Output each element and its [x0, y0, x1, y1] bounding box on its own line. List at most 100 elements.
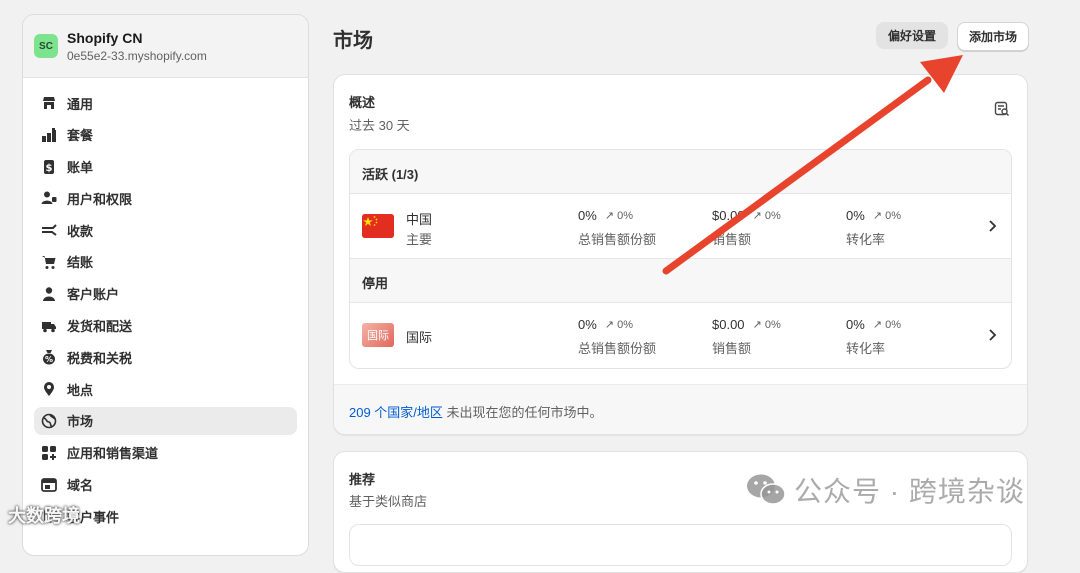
- domain-icon: [40, 476, 58, 494]
- metric-delta: ↗ 0%: [604, 319, 633, 331]
- settings-nav: 通用 套餐 $ 账单 用户和权限 收款 结账 客户账户 发货和配送 % 税费和关…: [23, 78, 308, 530]
- users-icon: [40, 189, 58, 207]
- nav-label: 地点: [67, 382, 94, 398]
- filter-search-icon[interactable]: [994, 101, 1010, 117]
- nav-item-general[interactable]: 通用: [34, 89, 297, 117]
- plan-chart-icon: [40, 126, 58, 144]
- nav-item-customer-accounts[interactable]: 客户账户: [34, 280, 297, 308]
- metric-value: 0%: [578, 317, 597, 332]
- nav-label: 通用: [67, 96, 94, 112]
- metric-delta: ↗ 0%: [872, 319, 901, 331]
- market-name: 国际: [406, 330, 433, 345]
- nav-item-payments[interactable]: 收款: [34, 216, 297, 244]
- watermark-text: 公众号 · 跨境杂谈: [794, 476, 1025, 507]
- add-market-button[interactable]: 添加市场: [957, 22, 1029, 51]
- nav-label: 结账: [67, 255, 94, 271]
- metric-label: 总销售额份额: [578, 341, 657, 356]
- overview-period: 过去 30 天: [349, 118, 410, 133]
- nav-label: 账单: [67, 160, 94, 176]
- svg-text:%: %: [45, 355, 53, 364]
- market-row-china[interactable]: 中国 主要 0% ↗ 0% 总销售额份额 $0.00 ↗ 0% 销售额 0% ↗ 0%…: [350, 194, 1011, 258]
- nav-item-shipping[interactable]: 发货和配送: [34, 312, 297, 340]
- international-badge-icon: 国际: [362, 323, 394, 347]
- metric-label: 转化率: [846, 341, 886, 356]
- apps-icon: [40, 444, 58, 462]
- recommended-title: 推荐: [349, 472, 376, 487]
- globe-icon: [40, 412, 58, 430]
- active-heading: 活跃 (1/3): [362, 167, 419, 182]
- metric-sales: $0.00 ↗ 0% 销售额: [712, 208, 781, 248]
- metric-value: 0%: [578, 208, 597, 223]
- recommended-list: [349, 524, 1012, 566]
- nav-label: 市场: [67, 414, 94, 430]
- inactive-section-header: 停用: [350, 258, 1011, 303]
- store-name: Shopify CN: [67, 29, 143, 46]
- metric-label: 总销售额份额: [578, 232, 657, 247]
- wechat-watermark: 公众号 · 跨境杂谈: [746, 470, 1025, 510]
- metric-delta: ↗ 0%: [752, 319, 781, 331]
- nav-item-domains[interactable]: 域名: [34, 471, 297, 499]
- overview-card: 概述 过去 30 天 活跃 (1/3) 中国 主要 0% ↗ 0% 总销售额份额 …: [333, 74, 1028, 435]
- nav-item-checkout[interactable]: 结账: [34, 248, 297, 276]
- overview-footer: 209 个国家/地区 未出现在您的任何市场中。: [334, 384, 1027, 434]
- preferences-button[interactable]: 偏好设置: [876, 22, 948, 49]
- truck-icon: [40, 317, 58, 335]
- nav-item-taxes[interactable]: % 税费和关税: [34, 343, 297, 371]
- metric-delta: ↗ 0%: [872, 210, 901, 222]
- payments-icon: [40, 221, 58, 239]
- store-avatar: SC: [34, 34, 58, 58]
- nav-label: 应用和销售渠道: [67, 446, 159, 462]
- metric-value: 0%: [846, 208, 865, 223]
- cart-icon: [40, 253, 58, 271]
- wechat-logo-icon: [747, 474, 786, 505]
- market-row-international[interactable]: 国际 国际 0% ↗ 0% 总销售额份额 $0.00 ↗ 0% 销售额 0% ↗ 0%…: [350, 303, 1011, 367]
- watermark-text: 大数跨境: [8, 506, 80, 526]
- metric-label: 转化率: [846, 232, 886, 247]
- nav-label: 发货和配送: [67, 319, 133, 335]
- nav-item-markets[interactable]: 市场: [34, 406, 297, 435]
- nav-label: 用户和权限: [67, 191, 133, 207]
- metric-sales-share: 0% ↗ 0% 总销售额份额: [578, 208, 656, 248]
- store-domain: 0e55e2-33.myshopify.com: [67, 48, 207, 63]
- metric-value: $0.00: [712, 208, 745, 223]
- active-section-header: 活跃 (1/3): [350, 150, 1011, 194]
- nav-item-billing[interactable]: $ 账单: [34, 153, 297, 181]
- page-title: 市场: [333, 30, 373, 52]
- nav-label: 税费和关税: [67, 350, 133, 366]
- nav-label: 域名: [67, 478, 94, 494]
- markets-list: 活跃 (1/3) 中国 主要 0% ↗ 0% 总销售额份额 $0.00 ↗ 0% 销…: [349, 149, 1012, 369]
- nav-item-users[interactable]: 用户和权限: [34, 184, 297, 212]
- unassigned-countries-note: 209 个国家/地区 未出现在您的任何市场中。: [349, 402, 603, 421]
- market-primary-tag: 主要: [406, 232, 433, 247]
- svg-text:$: $: [46, 163, 53, 174]
- metric-conversion: 0% ↗ 0% 转化率: [846, 317, 901, 357]
- person-icon: [40, 285, 58, 303]
- nav-item-plan[interactable]: 套餐: [34, 121, 297, 149]
- chevron-right-icon[interactable]: [986, 327, 998, 343]
- store-switcher[interactable]: SC Shopify CN 0e55e2-33.myshopify.com: [23, 15, 308, 78]
- cn-flag-icon: [362, 214, 394, 238]
- nav-item-locations[interactable]: 地点: [34, 375, 297, 403]
- metric-value: $0.00: [712, 317, 745, 332]
- location-pin-icon: [40, 380, 58, 398]
- nav-label: 客户账户: [67, 287, 120, 303]
- store-icon: [40, 94, 58, 112]
- metric-delta: ↗ 0%: [752, 210, 781, 222]
- market-name: 中国: [406, 212, 433, 227]
- billing-icon: $: [40, 158, 58, 176]
- metric-label: 销售额: [712, 232, 752, 247]
- metric-sales-share: 0% ↗ 0% 总销售额份额: [578, 317, 656, 357]
- nav-label: 收款: [67, 223, 94, 239]
- settings-sidebar: SC Shopify CN 0e55e2-33.myshopify.com 通用…: [22, 14, 309, 556]
- nav-item-apps-channels[interactable]: 应用和销售渠道: [34, 439, 297, 467]
- recommended-subtitle: 基于类似商店: [349, 494, 428, 509]
- nav-label: 套餐: [67, 128, 94, 144]
- overview-title: 概述: [349, 95, 376, 110]
- tax-bag-icon: %: [40, 348, 58, 366]
- metric-label: 销售额: [712, 341, 752, 356]
- metric-conversion: 0% ↗ 0% 转化率: [846, 208, 901, 248]
- metric-value: 0%: [846, 317, 865, 332]
- metric-delta: ↗ 0%: [604, 210, 633, 222]
- chevron-right-icon[interactable]: [986, 218, 998, 234]
- unassigned-countries-link[interactable]: 209 个国家/地区: [349, 405, 443, 420]
